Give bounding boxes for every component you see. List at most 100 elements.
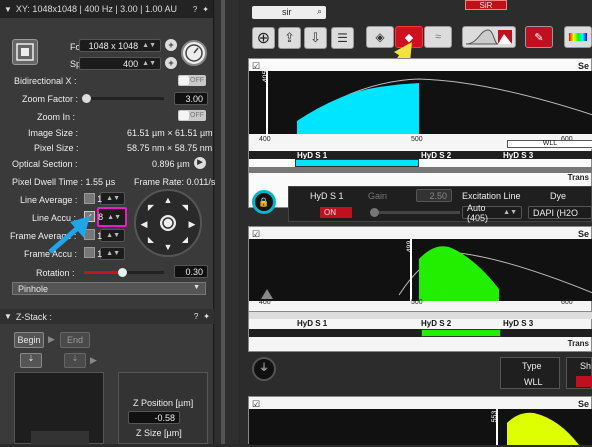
zoom-in-toggle[interactable]: OFF bbox=[178, 110, 206, 121]
optical-section-label: Optical Section : bbox=[12, 159, 78, 169]
type-value: WLL bbox=[524, 377, 543, 387]
channel-badge[interactable]: SiR bbox=[465, 0, 507, 10]
zstack-header[interactable]: ▼ Z-Stack : ? ✦ bbox=[0, 309, 214, 324]
pinhole-dropdown[interactable]: Pinhole ▼ bbox=[12, 282, 206, 295]
detector-label-2[interactable]: HyD S 2 bbox=[421, 319, 451, 328]
shutter-toggle[interactable] bbox=[576, 376, 592, 387]
line-accu-select[interactable]: 8 ▲▼ bbox=[97, 207, 127, 227]
z-position-label: Z Position [µm] bbox=[133, 398, 194, 408]
lut-button[interactable] bbox=[564, 26, 592, 48]
move-to-begin-button[interactable]: ⇣ bbox=[20, 353, 42, 368]
rotation-input[interactable]: 0.30 bbox=[174, 265, 208, 278]
xy-panel-header[interactable]: ▼ XY: 1048x1048 | 400 Hz | 3.00 | 1.00 A… bbox=[0, 0, 213, 18]
z-position-input[interactable]: -0.58 bbox=[128, 411, 180, 424]
dye-search-field[interactable]: sir bbox=[252, 6, 326, 19]
collapse-icon[interactable]: ▼ bbox=[4, 312, 12, 321]
zoom-slider-handle[interactable] bbox=[82, 94, 91, 103]
line-average-checkbox[interactable] bbox=[84, 193, 95, 204]
arrow-right-icon: ▶ bbox=[48, 334, 55, 344]
search-icon[interactable]: ⌕ bbox=[317, 6, 322, 17]
pan-arrows-icon[interactable]: ▲ ▼ ◀ ▶ ◤ ◥ ◣ ◢ bbox=[136, 191, 200, 255]
detector-band-2[interactable] bbox=[421, 329, 501, 337]
add-button[interactable]: ⊕ bbox=[252, 27, 275, 49]
end-button[interactable]: End bbox=[60, 332, 90, 348]
pixel-dwell-time: Pixel Dwell Time : 1.55 µs bbox=[12, 177, 116, 187]
pin-icon[interactable]: ✦ bbox=[203, 312, 210, 321]
excitation-select[interactable]: Auto (405) ▲▼ bbox=[462, 203, 522, 223]
detector-on-toggle[interactable]: ON bbox=[320, 207, 352, 218]
illumination-button[interactable]: ⏚ bbox=[252, 357, 276, 381]
detector-label-3[interactable]: HyD S 3 bbox=[503, 151, 533, 160]
zoom-factor-slider[interactable] bbox=[82, 94, 164, 103]
gain-slider[interactable] bbox=[370, 208, 460, 217]
speed-select[interactable]: 400 ▲▼ bbox=[79, 57, 161, 70]
laser-line-label-1: 405 bbox=[262, 70, 270, 83]
add-format-icon[interactable]: + bbox=[165, 39, 177, 51]
xy-settings-title: XY: 1048x1048 | 400 Hz | 3.00 | 1.00 AU bbox=[15, 4, 178, 14]
axis-track-2 bbox=[249, 311, 592, 319]
help-icon[interactable]: ? bbox=[194, 312, 198, 321]
list-button[interactable]: ☰ bbox=[331, 27, 354, 49]
se-label: Se bbox=[577, 61, 589, 71]
se-label: Se bbox=[577, 229, 589, 239]
pan-control[interactable]: ▲ ▼ ◀ ▶ ◤ ◥ ◣ ◢ bbox=[134, 189, 202, 257]
panel-scrollbar[interactable] bbox=[215, 0, 239, 444]
dye-select[interactable]: DAPI (H2O bbox=[528, 206, 592, 219]
laser-line-label-2: 499 bbox=[406, 240, 414, 253]
arrow-right-icon: ▶ bbox=[90, 355, 97, 365]
wave-icon: ≈ bbox=[434, 31, 442, 43]
zstack-title: Z-Stack : bbox=[15, 311, 52, 322]
tick-400: 400 bbox=[259, 136, 271, 143]
speed-gauge-icon[interactable] bbox=[181, 40, 207, 66]
svg-text:◀: ◀ bbox=[141, 219, 148, 229]
zoom-in-label: Zoom In : bbox=[37, 112, 76, 122]
line-average-select[interactable]: 1 ▲▼ bbox=[97, 192, 125, 205]
upload-icon: ⇪ bbox=[284, 30, 295, 45]
detector-name: HyD S 1 bbox=[310, 191, 344, 201]
gain-slider-handle[interactable] bbox=[370, 208, 379, 217]
tick-500: 500 bbox=[411, 299, 423, 306]
list-icon: ☰ bbox=[337, 31, 348, 45]
acquisition-panel: ▼ XY: 1048x1048 | 400 Hz | 3.00 | 1.00 A… bbox=[0, 0, 215, 445]
format-select[interactable]: 1048 x 1048 ▲▼ bbox=[79, 39, 161, 52]
detector-label-1[interactable]: HyD S 1 bbox=[297, 319, 327, 328]
rotation-slider-handle[interactable] bbox=[118, 268, 127, 277]
optical-section-play-icon[interactable]: ▶ bbox=[194, 157, 206, 169]
zoom-factor-label: Zoom Factor : bbox=[22, 94, 79, 104]
spectrum-panel-3[interactable]: ☑ Se 553 bbox=[248, 396, 592, 445]
detector-label-3[interactable]: HyD S 3 bbox=[503, 319, 533, 328]
help-icon[interactable]: ? bbox=[193, 5, 197, 14]
spectrum-view-button[interactable] bbox=[462, 26, 516, 48]
zoom-factor-input[interactable]: 3.00 bbox=[174, 92, 208, 105]
detector-label-2[interactable]: HyD S 2 bbox=[421, 151, 451, 160]
frame-accu-select[interactable]: 1 ▲▼ bbox=[97, 247, 125, 260]
upload-button[interactable]: ⇪ bbox=[278, 27, 301, 49]
spectrum-plot-2: 499 bbox=[249, 239, 592, 301]
shutter-label: Sh bbox=[580, 361, 592, 371]
spectrum-panel-2[interactable]: ☑ Se 499 400 500 600 HyD S 1 HyD S 2 HyD… bbox=[248, 226, 592, 352]
bidirectional-toggle[interactable]: OFF bbox=[178, 75, 206, 86]
dye-label: Dye bbox=[550, 191, 567, 201]
scan-mode-button[interactable] bbox=[12, 39, 38, 65]
gain-input[interactable]: 2.50 bbox=[416, 189, 452, 202]
zstack-slab bbox=[31, 431, 89, 445]
begin-button[interactable]: Begin bbox=[14, 332, 44, 348]
rotation-slider[interactable] bbox=[84, 268, 164, 277]
svg-text:◥: ◥ bbox=[182, 203, 189, 212]
detector-band-1[interactable] bbox=[295, 159, 419, 167]
svg-text:▶: ▶ bbox=[189, 219, 196, 229]
zstack-preview bbox=[14, 372, 104, 445]
line-average-label: Line Average : bbox=[20, 195, 78, 205]
rotation-label: Rotation : bbox=[36, 268, 75, 278]
add-speed-icon[interactable]: + bbox=[165, 57, 177, 69]
svg-text:▼: ▼ bbox=[164, 242, 173, 252]
frame-average-select[interactable]: 1 ▲▼ bbox=[97, 229, 125, 242]
lock-button[interactable]: 🔒 bbox=[252, 190, 276, 214]
pixel-size-value: 58.75 nm × 58.75 nm bbox=[127, 143, 213, 153]
move-to-end-button[interactable]: ⇣ bbox=[64, 353, 86, 368]
download-button[interactable]: ⇩ bbox=[304, 27, 327, 49]
pin-icon[interactable]: ✦ bbox=[202, 5, 209, 14]
tool-button[interactable]: ✎ bbox=[525, 26, 553, 48]
optical-section-value: 0.896 µm bbox=[152, 159, 190, 169]
collapse-icon[interactable]: ▼ bbox=[4, 5, 12, 14]
